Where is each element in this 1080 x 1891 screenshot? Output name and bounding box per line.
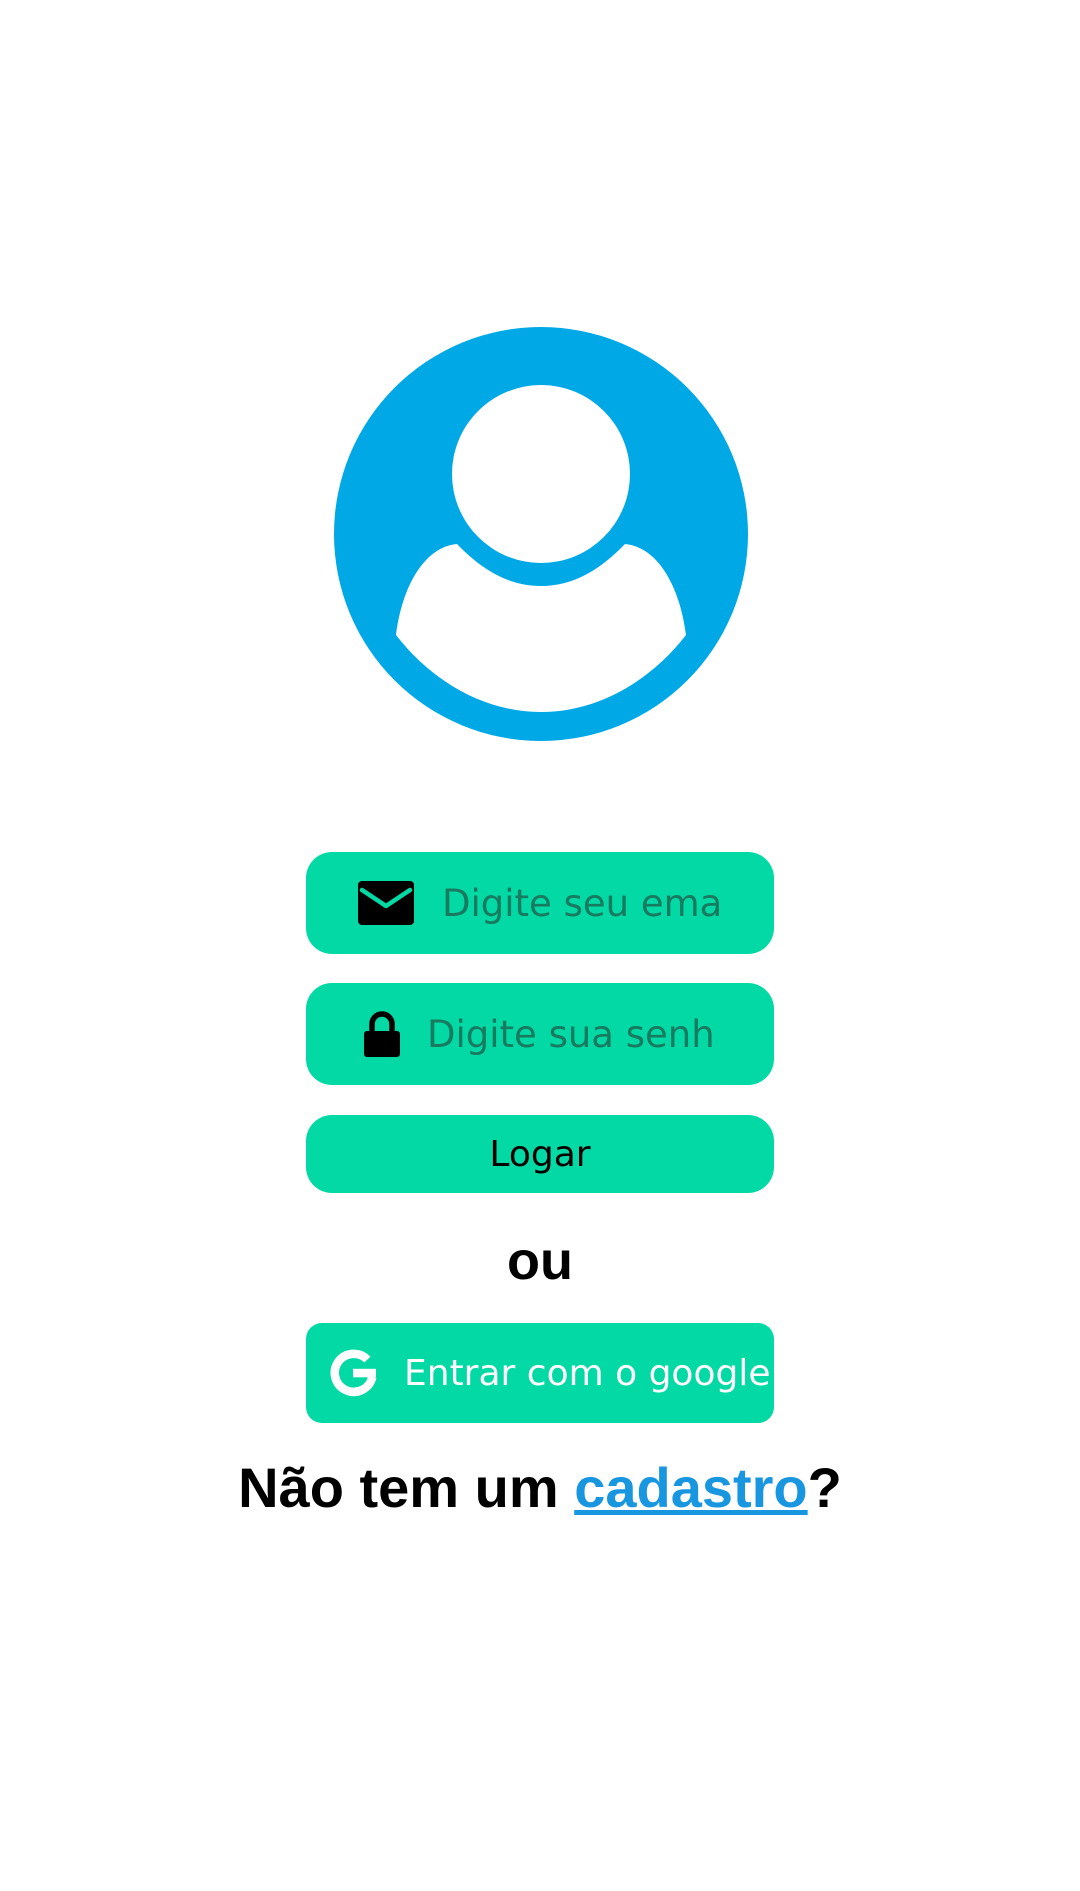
avatar — [334, 327, 748, 741]
email-field[interactable] — [306, 852, 774, 954]
or-separator: ou — [507, 1231, 573, 1291]
signup-prompt: Não tem um cadastro? — [0, 1455, 1080, 1520]
signup-suffix: ? — [807, 1456, 842, 1519]
lock-icon — [363, 1011, 401, 1057]
login-button[interactable]: Logar — [306, 1115, 774, 1193]
google-icon — [328, 1347, 380, 1402]
password-input[interactable] — [427, 1012, 717, 1056]
envelope-icon — [358, 881, 414, 925]
google-signin-button[interactable]: Entrar com o google — [306, 1323, 774, 1423]
signup-link[interactable]: cadastro — [574, 1456, 807, 1519]
user-avatar-icon — [334, 327, 748, 741]
email-input[interactable] — [442, 881, 722, 925]
signup-prefix: Não tem um — [238, 1456, 575, 1519]
password-field[interactable] — [306, 983, 774, 1085]
login-button-label: Logar — [489, 1133, 591, 1175]
google-button-label: Entrar com o google — [404, 1352, 771, 1394]
